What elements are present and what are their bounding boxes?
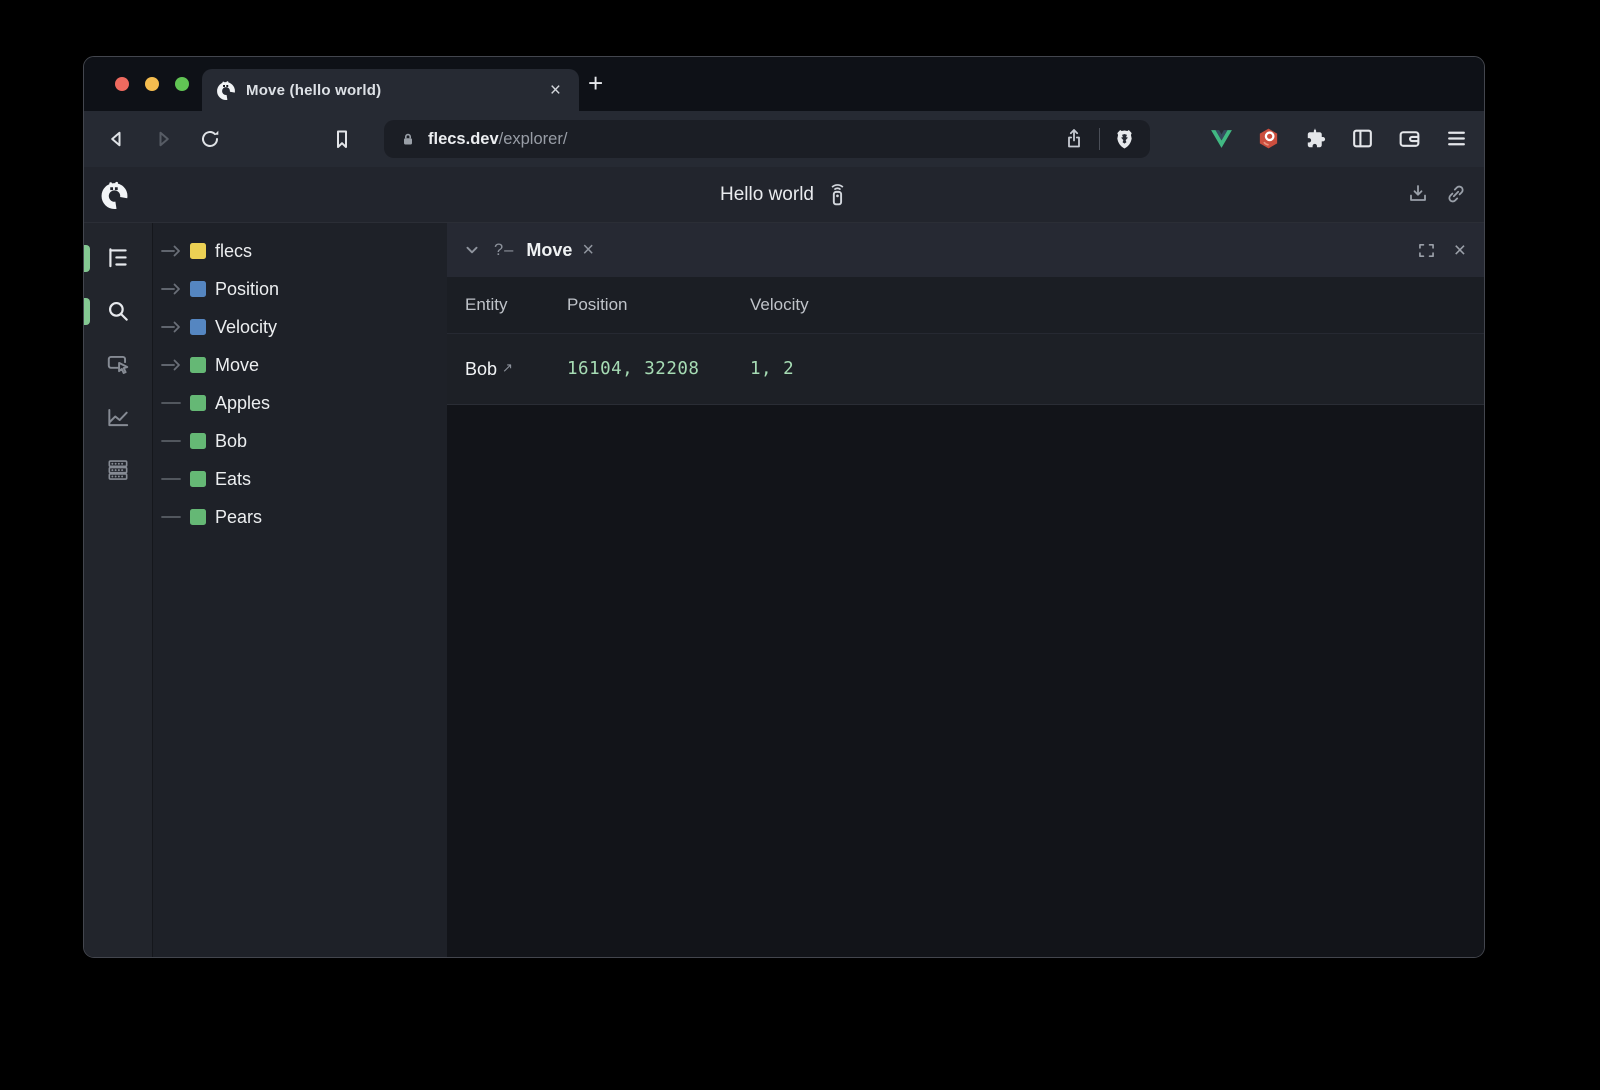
- vue-devtools-icon[interactable]: [1208, 125, 1235, 152]
- column-header-velocity: Velocity: [750, 295, 1484, 315]
- component-color-swatch: [190, 281, 206, 297]
- tree-item-velocity[interactable]: Velocity: [153, 308, 447, 346]
- minimize-window-button[interactable]: [145, 77, 159, 91]
- address-bar[interactable]: flecs.dev/explorer/: [384, 120, 1150, 158]
- menu-icon[interactable]: [1443, 125, 1470, 152]
- leaf-line-icon: [161, 473, 185, 485]
- expand-arrow-icon[interactable]: [161, 359, 185, 371]
- entity-color-swatch: [190, 471, 206, 487]
- download-button[interactable]: [1406, 182, 1430, 206]
- query-prefix: ?–: [494, 241, 514, 260]
- reload-button[interactable]: [198, 127, 222, 151]
- column-header-entity: Entity: [465, 295, 567, 315]
- query-panel-header: ?– Move × ×: [447, 223, 1484, 277]
- position-cell: 16104, 32208: [567, 359, 750, 379]
- search-icon[interactable]: [105, 298, 131, 324]
- extension-icons: [1208, 125, 1470, 152]
- expand-arrow-icon[interactable]: [161, 283, 185, 295]
- leaf-line-icon: [161, 435, 185, 447]
- module-color-swatch: [190, 243, 206, 259]
- tab-bar: Move (hello world) × +: [84, 57, 1484, 111]
- velocity-cell: 1, 2: [750, 359, 1484, 379]
- expand-arrow-icon[interactable]: [161, 321, 185, 333]
- entity-tree-icon[interactable]: [105, 245, 131, 271]
- url-path: /explorer/: [499, 130, 568, 148]
- tree-item-bob[interactable]: Bob: [153, 422, 447, 460]
- zoom-window-button[interactable]: [175, 77, 189, 91]
- active-indicator: [84, 245, 90, 272]
- url-domain: flecs.dev: [428, 130, 499, 148]
- entity-link-icon[interactable]: ↗: [502, 360, 513, 375]
- entity-color-swatch: [190, 433, 206, 449]
- tree-item-move[interactable]: Move: [153, 346, 447, 384]
- url-text: flecs.dev/explorer/: [428, 130, 567, 149]
- world-title: Hello world: [720, 184, 814, 206]
- tree-item-pears[interactable]: Pears: [153, 498, 447, 536]
- app-header: Hello world: [84, 167, 1484, 223]
- chevron-down-icon[interactable]: [461, 239, 483, 261]
- tree-item-position[interactable]: Position: [153, 270, 447, 308]
- tree-item-flecs[interactable]: flecs: [153, 232, 447, 270]
- entity-color-swatch: [190, 357, 206, 373]
- browser-tab[interactable]: Move (hello world) ×: [202, 69, 579, 111]
- entity-name[interactable]: Bob: [465, 359, 497, 379]
- query-clear-icon[interactable]: ×: [582, 240, 594, 260]
- share-link-button[interactable]: [1444, 182, 1468, 206]
- tab-close-icon[interactable]: ×: [546, 79, 565, 102]
- query-panel: ?– Move × × Entity Position Velocity Bob…: [447, 223, 1484, 957]
- fullscreen-icon[interactable]: [1416, 240, 1437, 261]
- active-indicator: [84, 298, 90, 325]
- expand-arrow-icon[interactable]: [161, 245, 185, 257]
- entity-color-swatch: [190, 509, 206, 525]
- table-header-row: Entity Position Velocity: [447, 277, 1484, 334]
- tab-title: Move (hello world): [246, 82, 546, 99]
- new-tab-button[interactable]: +: [588, 70, 603, 96]
- bookmark-icon[interactable]: [330, 127, 354, 151]
- leaf-line-icon: [161, 511, 185, 523]
- entity-tree-panel: flecs Position Velocity Move Apples: [153, 223, 447, 957]
- sidebar-toggle-icon[interactable]: [1349, 125, 1376, 152]
- tool-sidebar: [84, 223, 153, 957]
- traffic-lights: [115, 77, 189, 91]
- tree-item-apples[interactable]: Apples: [153, 384, 447, 422]
- table-row[interactable]: Bob ↗ 16104, 32208 1, 2: [447, 334, 1484, 405]
- wallet-icon[interactable]: [1396, 125, 1423, 152]
- hexagon-extension-icon[interactable]: [1255, 125, 1282, 152]
- tree-item-eats[interactable]: Eats: [153, 460, 447, 498]
- statistics-chart-icon[interactable]: [105, 404, 131, 430]
- flecs-favicon-icon: [216, 80, 236, 100]
- query-title: Move: [526, 240, 572, 261]
- entity-color-swatch: [190, 395, 206, 411]
- memory-icon[interactable]: [105, 457, 131, 483]
- leaf-line-icon: [161, 397, 185, 409]
- browser-toolbar: flecs.dev/explorer/: [84, 111, 1484, 167]
- entity-cell[interactable]: Bob ↗: [465, 359, 567, 380]
- component-color-swatch: [190, 319, 206, 335]
- panel-close-icon[interactable]: ×: [1454, 240, 1466, 261]
- forward-button[interactable]: [151, 127, 175, 151]
- share-icon[interactable]: [1062, 127, 1086, 151]
- extensions-puzzle-icon[interactable]: [1302, 125, 1329, 152]
- brave-shield-icon[interactable]: [1113, 128, 1136, 151]
- column-header-position: Position: [567, 295, 750, 315]
- inspector-icon[interactable]: [105, 351, 131, 377]
- browser-window: Move (hello world) × + flecs.dev/explore…: [83, 56, 1485, 958]
- back-button[interactable]: [105, 127, 129, 151]
- close-window-button[interactable]: [115, 77, 129, 91]
- lock-icon: [400, 131, 416, 147]
- remote-connection-icon[interactable]: [825, 184, 848, 207]
- divider: [1099, 128, 1100, 150]
